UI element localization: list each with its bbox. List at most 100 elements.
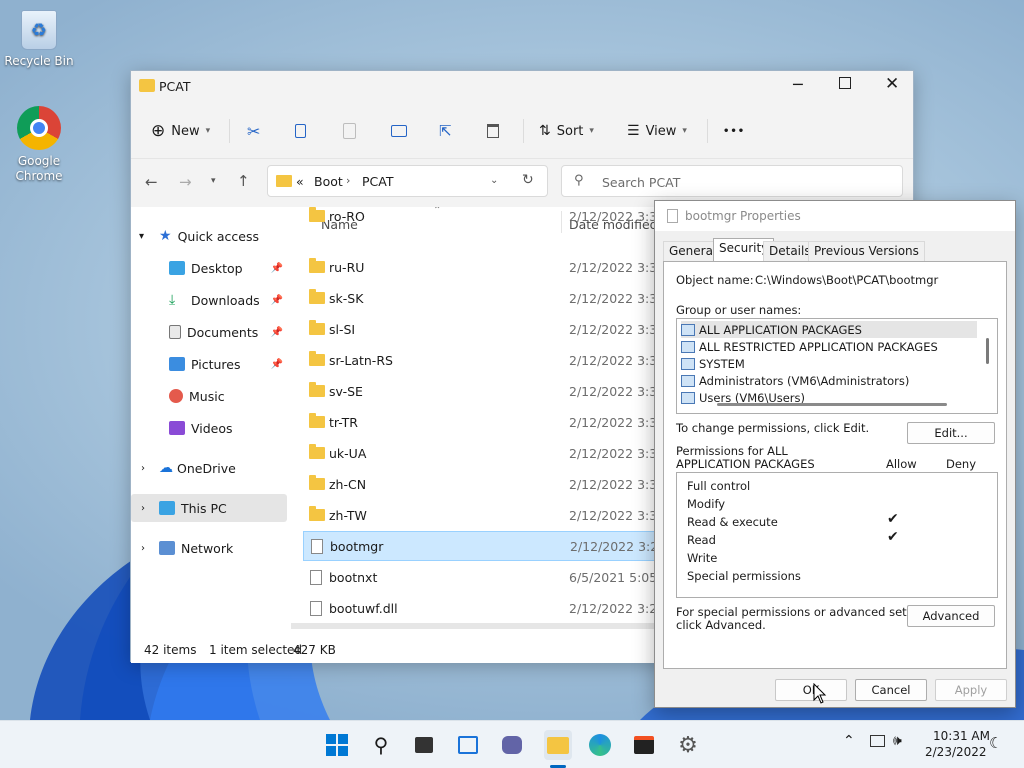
nav-desktop[interactable]: Desktop 📌 bbox=[131, 254, 287, 282]
group-list[interactable]: ALL APPLICATION PACKAGES ALL RESTRICTED A… bbox=[676, 318, 998, 414]
address-bar[interactable]: « Boot › PCAT ⌄ ↻ bbox=[267, 165, 548, 197]
settings-button[interactable]: ⚙ bbox=[676, 733, 700, 758]
edit-button[interactable]: Edit... bbox=[907, 422, 995, 444]
share-button[interactable]: ⇱ bbox=[439, 117, 452, 145]
nav-music[interactable]: Music bbox=[131, 382, 287, 410]
desktop-icon-chrome[interactable]: Google Chrome bbox=[3, 106, 75, 184]
start-button[interactable] bbox=[325, 733, 349, 757]
tab-label: Previous Versions bbox=[814, 244, 919, 258]
user-group-icon bbox=[681, 374, 695, 387]
more-options-button[interactable]: ••• bbox=[723, 117, 745, 145]
nav-documents[interactable]: Documents 📌 bbox=[131, 318, 287, 346]
forward-arrow-icon[interactable]: → bbox=[179, 173, 192, 191]
refresh-icon[interactable]: ↻ bbox=[522, 172, 534, 188]
back-arrow-icon[interactable]: ← bbox=[145, 173, 158, 191]
pin-icon: 📌 bbox=[270, 294, 283, 306]
nav-quick-access[interactable]: ▾ ★ Quick access bbox=[131, 222, 287, 250]
nav-pictures[interactable]: Pictures 📌 bbox=[131, 350, 287, 378]
group-names-label: Group or user names: bbox=[676, 303, 802, 317]
search-box[interactable]: ⚲ Search PCAT bbox=[561, 165, 903, 197]
explorer-titlebar[interactable]: PCAT ─ ✕ bbox=[131, 71, 913, 103]
user-list-item[interactable]: Administrators (VM6\Administrators) bbox=[681, 372, 977, 389]
view-label: View bbox=[645, 123, 677, 139]
widgets-button[interactable] bbox=[456, 733, 480, 757]
window-title: PCAT bbox=[159, 79, 191, 94]
nav-network[interactable]: › Network bbox=[131, 534, 287, 562]
rename-button[interactable] bbox=[391, 117, 407, 145]
apply-button[interactable]: Apply bbox=[935, 679, 1007, 701]
nav-label: Quick access bbox=[177, 228, 260, 244]
allow-column-header: Allow bbox=[886, 457, 917, 471]
search-icon: ⚲ bbox=[373, 733, 389, 757]
clock-date[interactable]: 2/23/2022 bbox=[925, 745, 987, 759]
user-list-item[interactable]: ALL RESTRICTED APPLICATION PACKAGES bbox=[681, 338, 977, 355]
nav-this-pc[interactable]: › This PC bbox=[131, 494, 287, 522]
desktop-icon-recycle-bin[interactable]: ♻ Recycle Bin bbox=[3, 10, 75, 69]
file-name: uk-UA bbox=[329, 445, 367, 461]
task-view-button[interactable] bbox=[412, 733, 436, 757]
horizontal-scrollbar[interactable] bbox=[717, 403, 947, 406]
tab-previous-versions[interactable]: Previous Versions bbox=[808, 241, 925, 261]
breadcrumb-overflow[interactable]: « bbox=[296, 174, 304, 189]
folder-icon bbox=[309, 382, 325, 397]
properties-titlebar[interactable]: bootmgr Properties bbox=[655, 201, 1015, 231]
permissions-list: Full control Modify Read & execute ✔ Read ✔ Wr… bbox=[676, 472, 998, 598]
nav-onedrive[interactable]: › ☁ OneDrive bbox=[131, 454, 287, 482]
view-button[interactable]: ☰ View ▾ bbox=[627, 117, 687, 145]
search-button[interactable]: ⚲ bbox=[369, 733, 393, 757]
store-button[interactable] bbox=[632, 733, 656, 757]
tab-label: Security bbox=[719, 241, 769, 255]
sort-label: Sort bbox=[556, 123, 584, 139]
minimize-button[interactable]: ─ bbox=[793, 75, 803, 94]
file-name: sv-SE bbox=[329, 383, 363, 399]
permission-name: Special permissions bbox=[687, 569, 801, 583]
task-view-icon bbox=[415, 737, 433, 753]
folder-icon bbox=[309, 258, 325, 273]
ok-button[interactable]: OK bbox=[775, 679, 847, 701]
star-icon: ★ bbox=[159, 228, 172, 244]
advanced-button[interactable]: Advanced bbox=[907, 605, 995, 627]
pin-icon: 📌 bbox=[270, 262, 283, 274]
delete-button[interactable] bbox=[487, 117, 499, 145]
maximize-button[interactable] bbox=[839, 77, 851, 89]
cut-button[interactable]: ✂ bbox=[247, 117, 260, 145]
chat-button[interactable] bbox=[500, 733, 524, 757]
cancel-button[interactable]: Cancel bbox=[855, 679, 927, 701]
network-icon[interactable] bbox=[870, 735, 885, 747]
breadcrumb-pcat[interactable]: PCAT bbox=[362, 174, 393, 189]
sort-button[interactable]: ⇅ Sort ▾ bbox=[539, 117, 594, 145]
nav-downloads[interactable]: ⤓ Downloads 📌 bbox=[131, 286, 287, 314]
address-history-chevron-icon[interactable]: ⌄ bbox=[490, 175, 498, 186]
nav-label: Network bbox=[181, 540, 234, 556]
user-list-item[interactable]: ALL APPLICATION PACKAGES bbox=[681, 321, 977, 338]
edge-button[interactable] bbox=[588, 733, 612, 757]
breadcrumb-boot[interactable]: Boot bbox=[314, 174, 343, 189]
recent-locations-chevron-icon[interactable]: ▾ bbox=[211, 176, 216, 186]
paste-button[interactable] bbox=[343, 117, 356, 145]
desktop-icon bbox=[169, 261, 185, 275]
moon-icon[interactable]: ☾ bbox=[989, 734, 1002, 752]
folder-icon bbox=[309, 444, 325, 459]
clock-time[interactable]: 10:31 AM bbox=[933, 729, 990, 743]
check-icon: ✔ bbox=[887, 529, 899, 545]
download-icon: ⤓ bbox=[169, 292, 176, 308]
user-list-item[interactable]: SYSTEM bbox=[681, 355, 977, 372]
copy-button[interactable] bbox=[295, 117, 306, 145]
horizontal-scrollbar[interactable] bbox=[291, 623, 655, 629]
more-icon: ••• bbox=[723, 125, 746, 137]
nav-videos[interactable]: Videos bbox=[131, 414, 287, 442]
permission-name: Read bbox=[687, 533, 716, 547]
chevron-up-icon[interactable]: ⌃ bbox=[843, 733, 855, 749]
music-icon bbox=[169, 389, 183, 403]
volume-icon[interactable]: 🕪 bbox=[893, 733, 902, 749]
close-button[interactable]: ✕ bbox=[885, 74, 899, 94]
command-bar: ⊕ New ▾ ✂ ⇱ ⇅ Sort ▾ ☰ View ▾ ••• bbox=[131, 103, 913, 159]
mouse-cursor-icon bbox=[813, 683, 827, 704]
vertical-scrollbar[interactable] bbox=[986, 338, 989, 364]
breadcrumb-separator-icon: › bbox=[346, 174, 351, 187]
status-item-count: 42 items bbox=[144, 643, 197, 657]
file-explorer-taskbar-button[interactable] bbox=[544, 730, 572, 760]
new-button[interactable]: ⊕ New ▾ bbox=[151, 117, 210, 145]
folder-icon bbox=[309, 413, 325, 428]
up-arrow-icon[interactable]: ↑ bbox=[237, 172, 250, 190]
